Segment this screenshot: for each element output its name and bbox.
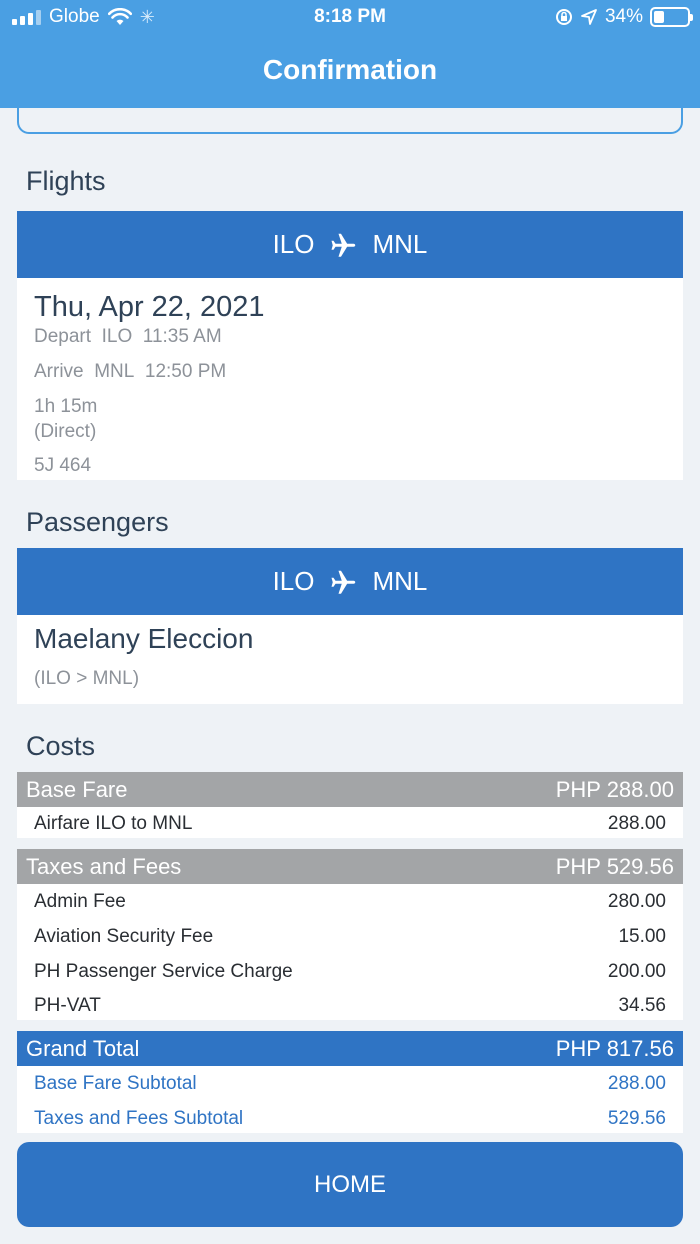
grand-total-value: PHP 817.56 [555,1036,674,1061]
top-bar: Globe ✳ 8:18 PM 34% Confirmation [0,0,700,108]
base-fare-items: Airfare ILO to MNL 288.00 [17,807,683,838]
passengers-section-title: Passengers [26,507,169,537]
flight-route-bar: ILO MNL [17,211,683,278]
home-button[interactable]: HOME [17,1142,683,1227]
grand-total-label: Grand Total [26,1036,140,1061]
flight-stops: (Direct) [34,421,97,442]
grand-total-header: Grand Total PHP 817.56 [17,1031,683,1066]
base-fare-label: Base Fare [26,777,128,802]
battery-percent: 34% [604,6,643,27]
arrive-info: Arrive MNL 12:50 PM [34,361,227,382]
status-bar: Globe ✳ 8:18 PM 34% [0,0,700,36]
flight-details-card: Thu, Apr 22, 2021 Depart ILO 11:35 AM Ar… [17,278,683,480]
airplane-icon [331,570,355,594]
depart-info: Depart ILO 11:35 AM [34,326,222,347]
cost-row: Admin Fee 280.00 [34,891,666,912]
battery-icon [650,7,693,27]
orientation-lock-icon [555,9,572,25]
cost-row: PH Passenger Service Charge 200.00 [34,961,666,982]
route-to: MNL [372,229,428,259]
passenger-card: Maelany Eleccion (ILO > MNL) [17,615,683,704]
passenger-route-bar: ILO MNL [17,548,683,615]
location-arrow-icon [581,9,597,25]
route-from: ILO [272,566,315,596]
flight-date: Thu, Apr 22, 2021 [34,291,265,323]
previous-card-edge [17,108,683,134]
taxes-total: PHP 529.56 [555,854,674,879]
route-to: MNL [372,566,428,596]
cost-row: PH-VAT 34.56 [34,995,666,1016]
cost-row: Airfare ILO to MNL 288.00 [34,813,666,834]
route-from: ILO [272,229,315,259]
base-fare-header: Base Fare PHP 288.00 [17,772,683,807]
base-fare-total: PHP 288.00 [555,777,674,802]
cost-row: Aviation Security Fee 15.00 [34,926,666,947]
subtotal-items: Base Fare Subtotal 288.00 Taxes and Fees… [17,1066,683,1133]
subtotal-row: Base Fare Subtotal 288.00 [34,1073,666,1094]
flight-number: 5J 464 [34,455,92,476]
page-title: Confirmation [262,54,438,85]
subtotal-row: Taxes and Fees Subtotal 529.56 [34,1108,666,1129]
passenger-name: Maelany Eleccion [34,623,254,654]
costs-section-title: Costs [26,731,96,761]
passenger-segment: (ILO > MNL) [34,668,140,689]
taxes-items: Admin Fee 280.00 Aviation Security Fee 1… [17,884,683,1020]
taxes-header: Taxes and Fees PHP 529.56 [17,849,683,884]
taxes-label: Taxes and Fees [26,854,182,879]
airplane-icon [331,233,355,257]
flights-section-title: Flights [26,166,106,196]
flight-duration: 1h 15m [34,396,98,417]
